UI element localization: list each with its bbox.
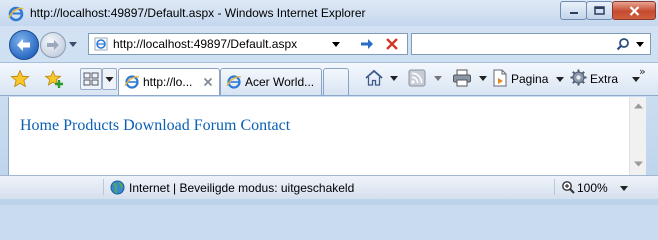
feeds-dropdown-icon[interactable]	[434, 76, 442, 82]
vertical-scrollbar[interactable]	[629, 97, 646, 175]
favorites-star-icon[interactable]	[10, 69, 30, 89]
nav-link-home[interactable]: Home	[20, 117, 59, 134]
forward-arrow-icon	[47, 40, 59, 50]
tab-list-button[interactable]	[102, 68, 117, 90]
go-arrow-icon[interactable]	[359, 37, 375, 51]
ie-page-icon	[124, 75, 140, 89]
status-divider	[553, 179, 555, 195]
home-icon[interactable]	[364, 68, 384, 88]
back-arrow-icon	[17, 39, 30, 51]
navigation-bar	[0, 26, 658, 62]
tab-inactive[interactable]: Acer World...	[220, 68, 322, 95]
minimize-button[interactable]	[560, 1, 587, 20]
stop-icon[interactable]	[385, 37, 399, 51]
nav-link-products[interactable]: Products	[63, 117, 119, 134]
tab-label: Acer World...	[245, 75, 315, 89]
tab-active[interactable]: http://lo...	[118, 68, 220, 95]
browser-window: http://localhost:49897/Default.aspx - Wi…	[0, 0, 658, 205]
maximize-button[interactable]	[586, 1, 613, 20]
ie-page-icon	[94, 37, 108, 51]
window-title: http://localhost:49897/Default.aspx - Wi…	[30, 6, 366, 20]
nav-link-forum[interactable]: Forum	[194, 117, 237, 134]
tab-label: http://lo...	[143, 75, 193, 89]
add-favorites-icon[interactable]	[44, 69, 64, 89]
address-bar[interactable]	[88, 33, 408, 55]
history-dropdown-icon[interactable]	[68, 39, 78, 49]
close-icon	[629, 5, 639, 16]
page-menu-label: Pagina	[511, 72, 549, 86]
page-dropdown-icon	[556, 77, 564, 82]
search-input[interactable]	[416, 36, 606, 52]
search-dropdown-icon[interactable]	[635, 39, 645, 49]
home-dropdown-icon[interactable]	[390, 76, 398, 82]
zoom-dropdown-icon[interactable]	[620, 186, 628, 192]
status-bar: Internet | Beveiligde modus: uitgeschake…	[0, 175, 658, 199]
close-tab-icon[interactable]	[203, 77, 213, 87]
page-icon	[493, 69, 507, 87]
status-text-cell	[0, 179, 104, 195]
quick-tabs-icon	[83, 72, 99, 86]
tools-gear-icon	[570, 69, 587, 86]
close-button[interactable]	[612, 1, 656, 20]
tools-menu-label: Extra	[590, 72, 619, 86]
print-icon[interactable]	[452, 69, 472, 87]
ie-page-icon	[226, 75, 242, 89]
back-button[interactable]	[9, 30, 39, 60]
page-content: Home Products Download Forum Contact	[8, 97, 629, 175]
print-dropdown-icon[interactable]	[479, 76, 487, 82]
title-bar: http://localhost:49897/Default.aspx - Wi…	[0, 0, 658, 26]
minimize-icon	[569, 11, 578, 14]
zoom-level[interactable]: 100%	[577, 181, 608, 195]
forward-button[interactable]	[40, 32, 66, 58]
address-dropdown-icon[interactable]	[331, 39, 341, 49]
security-zone-label[interactable]: Internet | Beveiligde modus: uitgeschake…	[129, 181, 354, 195]
globe-icon	[110, 180, 125, 195]
nav-link-download[interactable]: Download	[123, 117, 190, 134]
scroll-up-arrow-icon[interactable]	[634, 103, 643, 109]
zoom-icon	[562, 181, 575, 194]
ie-logo-icon	[8, 6, 24, 22]
new-tab-button[interactable]	[323, 68, 349, 95]
command-bar: http://lo... Acer World... Pagina Extra …	[0, 62, 658, 96]
url-input[interactable]	[113, 36, 363, 52]
maximize-icon	[594, 6, 605, 15]
chevron-down-icon	[105, 77, 114, 82]
nav-link-contact[interactable]: Contact	[240, 117, 290, 134]
scroll-down-arrow-icon[interactable]	[634, 161, 643, 167]
search-icon[interactable]	[616, 37, 630, 51]
feeds-icon[interactable]	[408, 69, 426, 87]
quick-tabs-button[interactable]	[80, 68, 102, 90]
search-box[interactable]	[411, 33, 651, 55]
more-commands-chevron-icon[interactable]: »	[639, 65, 646, 78]
site-navigation: Home Products Download Forum Contact	[20, 117, 290, 135]
